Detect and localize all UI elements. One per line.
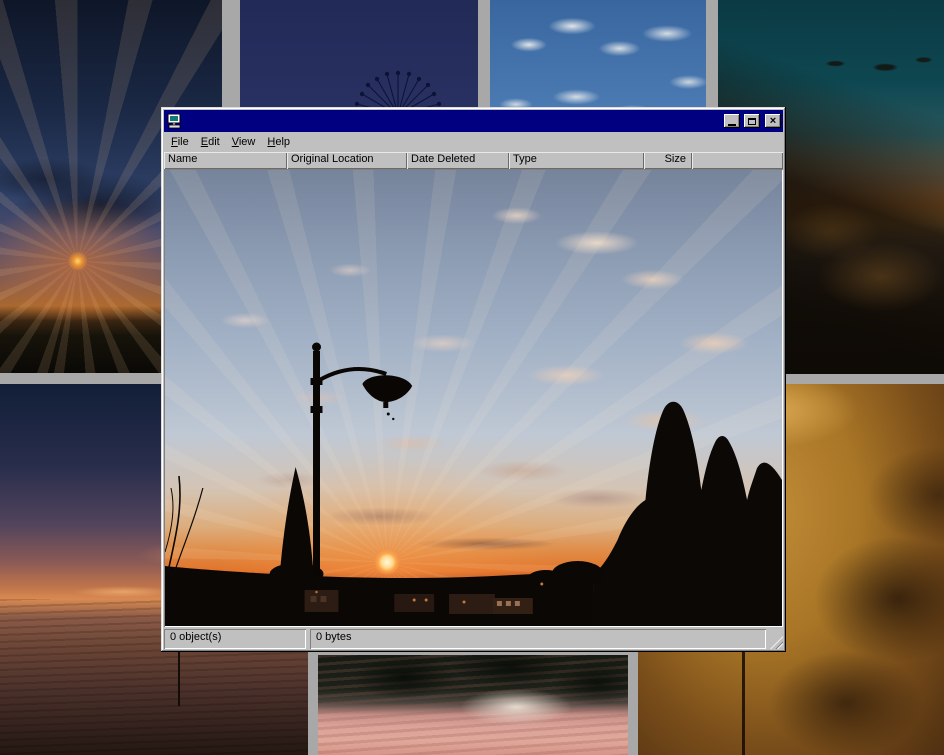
- computer-icon: [167, 114, 182, 129]
- recycle-bin-window: × File Edit View Help Name Original Loca…: [161, 107, 786, 652]
- maximize-button[interactable]: [744, 114, 760, 128]
- menu-help[interactable]: Help: [261, 134, 296, 150]
- menu-edit[interactable]: Edit: [195, 134, 226, 150]
- water-reflection-photo: [318, 655, 628, 755]
- column-headers: Name Original Location Date Deleted Type…: [164, 152, 783, 169]
- bush-silhouette-2: [528, 570, 564, 586]
- menu-view[interactable]: View: [226, 134, 262, 150]
- close-icon: ×: [770, 116, 776, 127]
- menu-file[interactable]: File: [165, 134, 195, 150]
- status-byte-count: 0 bytes: [310, 629, 766, 649]
- desktop: { "desktop": { "tiles": [ {"name": "suns…: [0, 0, 944, 755]
- left-reeds-silhouette: [165, 476, 203, 576]
- maximize-icon: [748, 118, 756, 125]
- sunset-lamp-photo: [165, 170, 782, 626]
- column-header-name[interactable]: Name: [164, 152, 287, 169]
- left-cypress-silhouette: [280, 467, 314, 576]
- close-button[interactable]: ×: [765, 114, 781, 128]
- column-header-original-location[interactable]: Original Location: [287, 152, 407, 169]
- status-bar: 0 object(s) 0 bytes: [164, 629, 783, 649]
- resize-grip-icon[interactable]: [770, 636, 783, 649]
- photo-silhouettes: [165, 170, 782, 626]
- status-object-count: 0 object(s): [164, 629, 306, 649]
- titlebar[interactable]: ×: [164, 110, 783, 132]
- menu-bar: File Edit View Help: [164, 132, 783, 152]
- column-header-type[interactable]: Type: [509, 152, 644, 169]
- minimize-icon: [728, 124, 736, 126]
- minimize-button[interactable]: [724, 114, 740, 128]
- street-lamp-silhouette: [311, 343, 413, 577]
- right-trees-silhouette: [594, 402, 782, 626]
- column-header-date-deleted[interactable]: Date Deleted: [407, 152, 509, 169]
- file-list-area[interactable]: [164, 169, 783, 627]
- column-header-filler: [692, 152, 783, 169]
- column-header-size[interactable]: Size: [644, 152, 692, 169]
